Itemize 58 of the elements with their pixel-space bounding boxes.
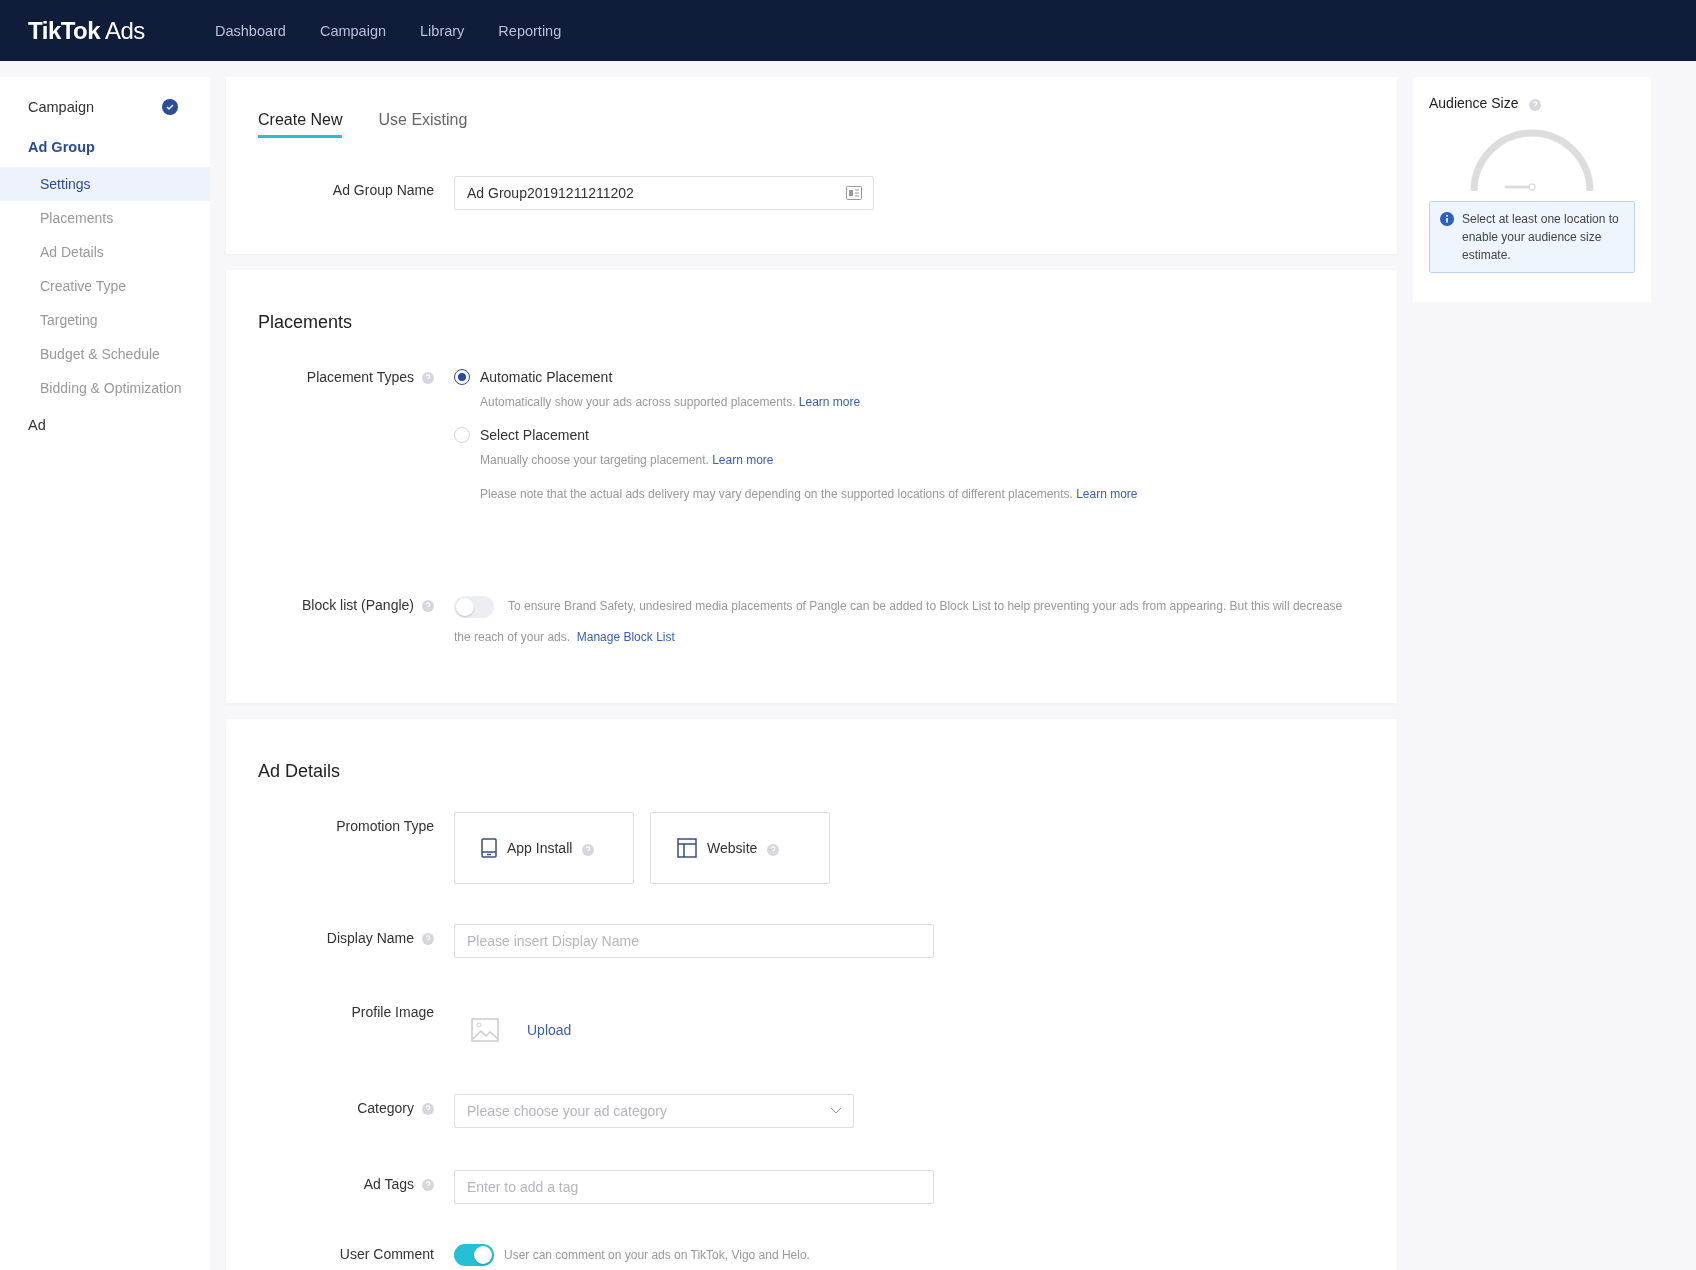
section-title: Ad Details <box>258 761 342 782</box>
manage-block-list-link[interactable]: Manage Block List <box>576 630 675 644</box>
nav-link[interactable]: Reporting <box>498 22 562 39</box>
info-icon <box>1440 212 1454 226</box>
image-icon <box>471 1018 499 1042</box>
tab[interactable]: Create New <box>258 111 343 138</box>
field-label: Block list (Pangle) <box>301 597 414 613</box>
learn-more-link[interactable]: Learn more <box>1076 487 1138 501</box>
nav-link[interactable]: Campaign <box>319 22 387 39</box>
learn-more-link[interactable]: Learn more <box>798 395 861 409</box>
section-title: Placements <box>258 312 354 333</box>
field-label: Ad Group Name <box>332 182 434 198</box>
upload-link[interactable]: Upload <box>527 1022 572 1038</box>
tab[interactable]: Use Existing <box>378 111 468 138</box>
help-icon[interactable] <box>422 372 434 384</box>
radio-option[interactable]: Automatic Placement <box>454 369 1138 385</box>
field-label: Ad Tags <box>363 1176 414 1192</box>
ad-tags-field[interactable]: Enter to add a tag <box>454 1170 934 1204</box>
option-description: Automatically show your ads across supported placements. Learn more <box>480 394 862 411</box>
sidebar-step[interactable]: Ad <box>0 405 210 445</box>
toggle-switch[interactable] <box>454 595 494 618</box>
tablet-icon <box>481 838 497 858</box>
field-label: Promotion Type <box>336 818 434 834</box>
card-icon[interactable] <box>846 186 862 200</box>
option-description: Manually choose your targeting placement. Learn more <box>480 452 775 469</box>
user-comment-hint: User can comment on your ads on TikTok, Vigo and Helo. <box>504 1248 810 1262</box>
sidebar-step[interactable]: Ad Group <box>0 127 210 167</box>
help-icon[interactable] <box>422 1179 434 1191</box>
sidebar-step[interactable]: Campaign <box>0 87 210 127</box>
category-select[interactable]: Please choose your ad category <box>454 1094 854 1128</box>
help-icon[interactable] <box>582 843 595 856</box>
help-icon[interactable] <box>422 600 434 612</box>
learn-more-link[interactable]: Learn more <box>712 453 774 467</box>
help-icon[interactable] <box>422 933 434 945</box>
nav-link[interactable]: Dashboard <box>215 22 286 39</box>
help-icon[interactable] <box>767 843 780 856</box>
field-label: Placement Types <box>306 369 414 385</box>
radio-option[interactable]: Select Placement <box>454 427 1138 443</box>
info-message: Select at least one location to enable your audience size estimate. <box>1462 211 1620 264</box>
help-icon[interactable] <box>422 1103 434 1115</box>
promotion-option[interactable]: App Install <box>454 812 634 884</box>
chevron-down-icon <box>830 1107 842 1115</box>
card-title: Audience Size <box>1429 95 1519 111</box>
field-label: Category <box>357 1100 414 1116</box>
sidebar-item[interactable]: Settings <box>0 167 210 201</box>
logo[interactable]: TikTok Ads <box>28 16 215 45</box>
field-label: Display Name <box>326 930 414 946</box>
block-list-text: To ensure Brand Safety, undesired media placements of Pangle can be added to Block List to help preventing your ads from appearing. But this will decrease the reach of your ads. Manage Block List <box>454 591 1359 653</box>
toggle-switch[interactable] <box>454 1244 494 1266</box>
help-icon[interactable] <box>1528 98 1541 111</box>
field-label: Profile Image <box>351 1004 434 1020</box>
field-label: User Comment <box>339 1246 434 1262</box>
layout-icon <box>677 838 697 858</box>
display-name-field[interactable]: Please insert Display Name <box>454 924 934 958</box>
placement-note: Please note that the actual ads delivery may vary depending on the supported locations of different placements. Learn more <box>480 486 1138 503</box>
ad-group-name-field[interactable]: Ad Group20191211211202 <box>454 176 874 210</box>
promotion-option[interactable]: Website <box>650 812 830 884</box>
nav-link[interactable]: Library <box>420 22 465 39</box>
